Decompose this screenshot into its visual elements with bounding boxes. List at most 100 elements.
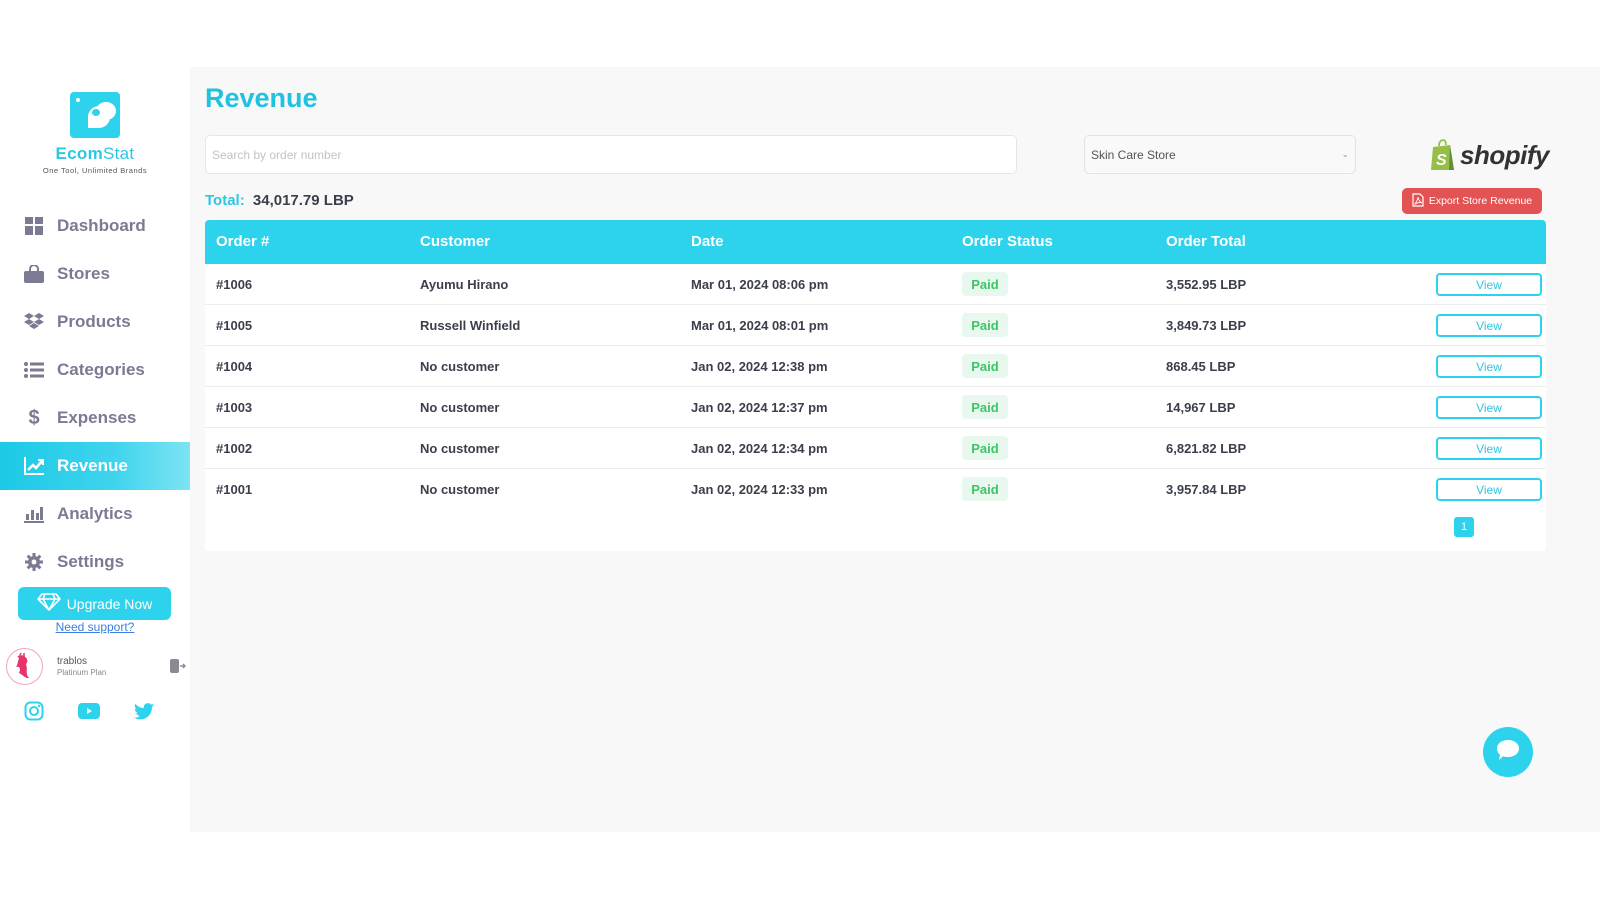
order-date: Jan 02, 2024 12:34 pm xyxy=(691,441,828,456)
trend-chart-icon xyxy=(24,456,44,476)
sidebar-item-label: Dashboard xyxy=(57,216,146,235)
sidebar-item-label: Products xyxy=(57,312,131,331)
customer-name: No customer xyxy=(420,400,500,415)
dashboard-grid-icon xyxy=(24,216,44,236)
table-row: #1001 No customer Jan 02, 2024 12:33 pm … xyxy=(205,469,1546,510)
user-plan: Platinum Plan xyxy=(57,668,107,677)
column-header-customer: Customer xyxy=(420,233,491,250)
pdf-file-icon xyxy=(1412,192,1424,210)
table-row: #1005 Russell Winfield Mar 01, 2024 08:0… xyxy=(205,305,1546,346)
sidebar-item-categories[interactable]: Categories xyxy=(0,346,190,394)
sidebar-item-label: Stores xyxy=(57,264,110,283)
sidebar-item-products[interactable]: Products xyxy=(0,298,190,346)
chat-bubble-icon xyxy=(1495,738,1521,767)
column-header-order: Order # xyxy=(216,233,270,250)
column-header-date: Date xyxy=(691,233,724,250)
sidebar-item-analytics[interactable]: Analytics xyxy=(0,490,190,538)
table-row: #1006 Ayumu Hirano Mar 01, 2024 08:06 pm… xyxy=(205,264,1546,305)
main-content: Revenue Skin Care Store ⌄ S shopify Tota… xyxy=(190,67,1600,832)
user-profile: trablos Platinum Plan xyxy=(5,647,190,687)
order-number: #1002 xyxy=(216,441,253,456)
dropbox-box-icon xyxy=(24,312,44,332)
order-number: #1003 xyxy=(216,400,253,415)
order-total: 3,552.95 LBP xyxy=(1166,277,1247,292)
sidebar-item-stores[interactable]: Stores xyxy=(0,250,190,298)
social-links xyxy=(0,699,190,723)
view-order-button[interactable]: View xyxy=(1436,314,1542,337)
brand-name: EcomStat xyxy=(55,144,135,163)
export-store-revenue-button[interactable]: Export Store Revenue xyxy=(1402,188,1542,214)
shopify-bag-icon: S xyxy=(1430,139,1456,171)
status-badge: Paid xyxy=(962,477,1008,501)
view-order-button[interactable]: View xyxy=(1436,478,1542,501)
revenue-total: Total: 34,017.79 LBP xyxy=(205,192,354,209)
sidebar-item-label: Expenses xyxy=(57,408,137,427)
list-icon xyxy=(24,360,44,380)
sidebar-item-expenses[interactable]: $ Expenses xyxy=(0,394,190,442)
orders-table: Order # Customer Date Order Status Order… xyxy=(205,220,1546,551)
shopping-bag-icon xyxy=(24,264,44,284)
order-number: #1001 xyxy=(216,482,253,497)
order-number: #1005 xyxy=(216,318,253,333)
ecomstat-logo-icon xyxy=(70,92,120,138)
table-row: #1003 No customer Jan 02, 2024 12:37 pm … xyxy=(205,387,1546,428)
sidebar-item-label: Revenue xyxy=(57,456,128,475)
store-select-value: Skin Care Store xyxy=(1091,147,1176,162)
diamond-icon xyxy=(36,593,61,614)
total-label: Total: xyxy=(205,192,245,209)
shopify-logo: S shopify xyxy=(1430,137,1549,173)
customer-name: No customer xyxy=(420,441,500,456)
status-badge: Paid xyxy=(962,313,1008,337)
sidebar-item-settings[interactable]: Settings xyxy=(0,538,190,586)
sidebar-item-label: Categories xyxy=(57,360,145,379)
order-date: Mar 01, 2024 08:01 pm xyxy=(691,318,829,333)
gear-icon xyxy=(24,552,44,572)
twitter-icon[interactable] xyxy=(132,699,156,723)
view-order-button[interactable]: View xyxy=(1436,273,1542,296)
status-badge: Paid xyxy=(962,272,1008,296)
view-order-button[interactable]: View xyxy=(1436,355,1542,378)
order-number: #1004 xyxy=(216,359,253,374)
table-header: Order # Customer Date Order Status Order… xyxy=(205,220,1546,264)
view-order-button[interactable]: View xyxy=(1436,437,1542,460)
sidebar-item-label: Settings xyxy=(57,552,125,571)
sidebar-item-revenue[interactable]: Revenue xyxy=(0,442,190,490)
brand-logo[interactable]: EcomStat One Tool, Unlimited Brands xyxy=(0,92,190,175)
status-badge: Paid xyxy=(962,354,1008,378)
order-date: Jan 02, 2024 12:38 pm xyxy=(691,359,828,374)
need-support-link[interactable]: Need support? xyxy=(0,620,190,634)
export-label: Export Store Revenue xyxy=(1428,195,1533,207)
column-header-total: Order Total xyxy=(1166,233,1246,250)
store-select[interactable]: Skin Care Store ⌄ xyxy=(1084,135,1356,174)
avatar[interactable] xyxy=(6,648,43,685)
table-row: #1004 No customer Jan 02, 2024 12:38 pm … xyxy=(205,346,1546,387)
order-total: 14,967 LBP xyxy=(1166,400,1236,415)
total-value: 34,017.79 LBP xyxy=(252,192,354,209)
sidebar-item-dashboard[interactable]: Dashboard xyxy=(0,202,190,250)
youtube-icon[interactable] xyxy=(77,699,101,723)
order-date: Mar 01, 2024 08:06 pm xyxy=(691,277,829,292)
sidebar-nav: Dashboard Stores Products Categories $ E… xyxy=(0,202,190,586)
order-total: 868.45 LBP xyxy=(1166,359,1236,374)
logout-icon[interactable] xyxy=(170,659,186,673)
upgrade-label: Upgrade Now xyxy=(66,595,153,612)
view-order-button[interactable]: View xyxy=(1436,396,1542,419)
chevron-down-icon: ⌄ xyxy=(1341,149,1349,159)
shopify-wordmark: shopify xyxy=(1460,139,1549,170)
instagram-icon[interactable] xyxy=(22,699,46,723)
table-row: #1002 No customer Jan 02, 2024 12:34 pm … xyxy=(205,428,1546,469)
dollar-icon: $ xyxy=(28,406,40,429)
order-number: #1006 xyxy=(216,277,253,292)
customer-name: No customer xyxy=(420,359,500,374)
status-badge: Paid xyxy=(962,436,1008,460)
search-input[interactable] xyxy=(205,135,1017,174)
pagination-page-button[interactable]: 1 xyxy=(1454,517,1474,537)
order-date: Jan 02, 2024 12:37 pm xyxy=(691,400,828,415)
order-date: Jan 02, 2024 12:33 pm xyxy=(691,482,828,497)
order-total: 3,849.73 LBP xyxy=(1166,318,1247,333)
chat-button[interactable] xyxy=(1483,727,1533,777)
upgrade-now-button[interactable]: Upgrade Now xyxy=(18,587,171,620)
column-header-status: Order Status xyxy=(962,233,1053,250)
order-total: 3,957.84 LBP xyxy=(1166,482,1247,497)
bar-chart-icon xyxy=(24,504,44,524)
